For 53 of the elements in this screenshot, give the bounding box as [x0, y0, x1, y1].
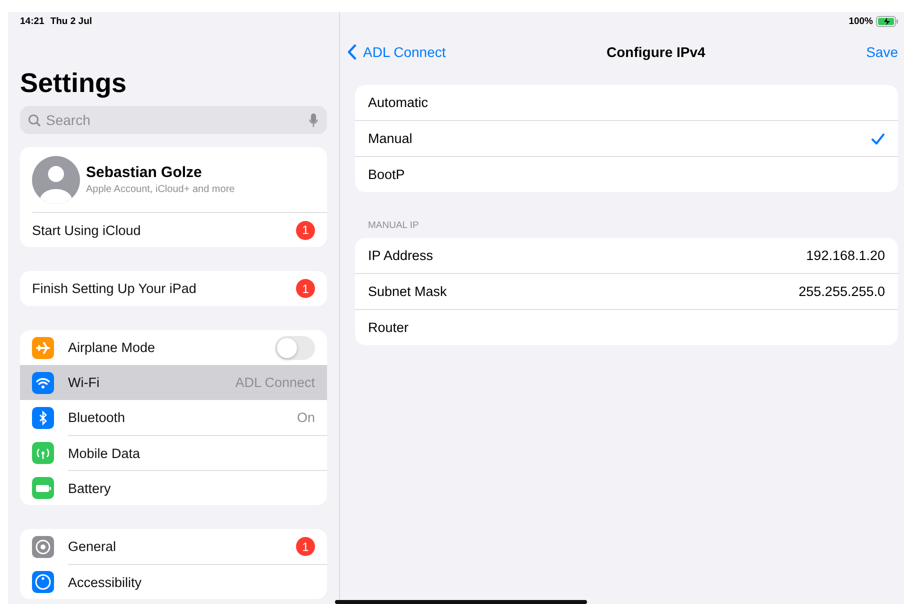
row-label: Airplane Mode	[68, 340, 156, 355]
field-row[interactable]: IP Address 192.168.1.20	[355, 238, 898, 273]
field-row[interactable]: Router	[355, 309, 898, 345]
chevron-left-icon	[347, 44, 357, 60]
settings-row[interactable]: General 1	[20, 529, 327, 564]
row-label: Mobile Data	[68, 446, 142, 460]
settings-row[interactable]: Airplane Mode	[20, 330, 327, 365]
field-value: 255.255.255.0	[798, 284, 885, 299]
status-date: Thu 2 Jul	[50, 16, 92, 27]
row-label: Wi-Fi	[68, 375, 100, 390]
settings-row[interactable]: Battery	[20, 470, 327, 505]
row-value: ADL Connect	[235, 375, 315, 390]
notification-badge: 1	[296, 220, 315, 240]
field-row[interactable]: Subnet Mask 255.255.255.0	[355, 273, 898, 309]
settings-row[interactable]: Finish Setting Up Your iPad 1	[20, 271, 327, 306]
row-label: Battery	[68, 480, 112, 496]
notification-badge: 1	[296, 279, 315, 298]
settings-row[interactable]: Start Using iCloud 1	[20, 212, 327, 247]
option-label: Manual	[368, 131, 412, 146]
back-button[interactable]: ADL Connect	[347, 44, 446, 60]
row-label: Accessibility	[68, 574, 143, 590]
settings-title: Settings	[20, 68, 128, 98]
status-time: 14:21	[20, 16, 44, 27]
settings-row[interactable]: Bluetooth On	[20, 400, 327, 435]
option-row[interactable]: BootP	[355, 156, 898, 192]
profile-name: Sebastian Golze	[86, 164, 203, 181]
field-value: 192.168.1.20	[806, 248, 885, 263]
settings-row[interactable]: Wi-Fi ADL Connect	[20, 365, 327, 400]
battery-percentage: 100%	[848, 16, 873, 27]
option-row[interactable]: Manual	[355, 120, 898, 156]
settings-row[interactable]: Accessibility	[20, 564, 327, 599]
search-field[interactable]: Search	[20, 106, 327, 134]
profile-row[interactable]: Sebastian Golze Apple Account, iCloud+ and more	[20, 147, 327, 212]
row-label: Start Using iCloud	[32, 222, 142, 238]
page-title: Configure IPv4	[606, 44, 706, 60]
row-label: Bluetooth	[68, 410, 126, 425]
profile-subtitle: Apple Account, iCloud+ and more	[86, 184, 235, 195]
toggle-switch[interactable]	[275, 336, 315, 360]
avatar-icon	[32, 156, 80, 204]
microphone-icon[interactable]	[309, 113, 318, 128]
option-label: BootP	[368, 167, 405, 182]
settings-row[interactable]: Mobile Data	[20, 435, 327, 470]
row-value: On	[296, 410, 315, 425]
notification-badge: 1	[296, 537, 315, 556]
option-label: Automatic	[368, 95, 428, 110]
field-label: IP Address	[368, 248, 434, 263]
field-label: Subnet Mask	[368, 284, 447, 299]
save-button[interactable]: Save	[866, 44, 898, 60]
section-header: MANUAL IP	[368, 220, 420, 231]
row-label: Finish Setting Up Your iPad	[32, 281, 198, 296]
row-label: General	[68, 539, 118, 554]
option-row[interactable]: Automatic	[355, 85, 898, 120]
field-label: Router	[368, 320, 409, 335]
